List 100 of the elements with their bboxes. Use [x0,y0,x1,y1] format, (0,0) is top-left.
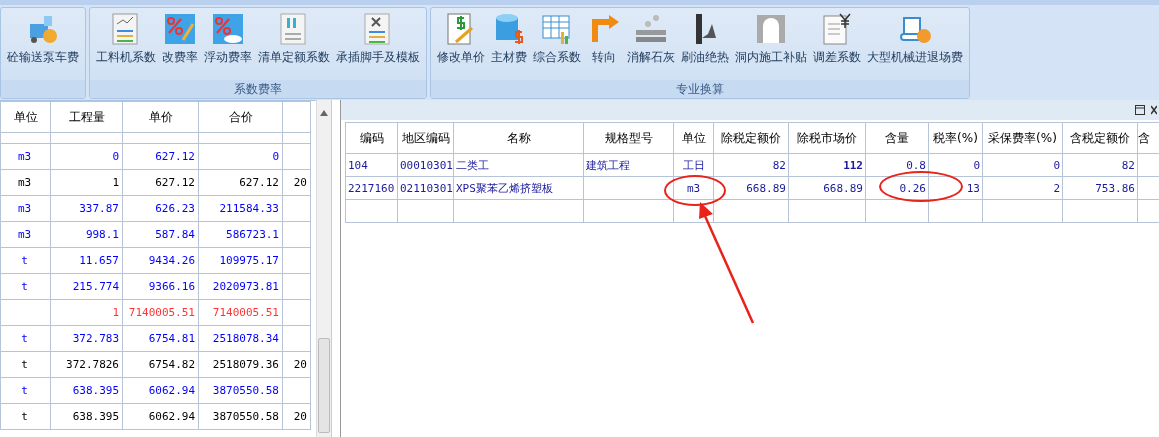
ribbon-button[interactable]: 修改单价 [435,10,487,68]
ribbon-button[interactable]: 调差系数 [811,10,863,68]
table-cell: 2518078.34 [198,325,283,352]
table-cell: m3 [0,221,51,248]
scroll-up-icon[interactable] [320,110,328,116]
column-header: 除税定额价 [713,122,789,154]
group-label: 专业换算 [431,80,969,98]
table-cell: 372.783 [50,325,123,352]
table-cell: 586723.1 [198,221,283,248]
table-cell: 337.87 [50,195,123,222]
ribbon-button[interactable]: 主材费 [489,10,529,68]
table-cell: m3 [673,176,714,200]
column-header: 含量 [865,122,929,154]
table-cell: 2 [982,176,1063,200]
tunnel-icon [754,12,788,46]
column-header: 单位 [0,101,51,133]
table-cell: 20 [282,351,311,378]
ribbon-button[interactable]: 消解石灰 [625,10,677,68]
table-cell: 112 [788,153,866,177]
table-cell: 00010301 [397,153,454,177]
scrollbar[interactable] [316,100,331,437]
ribbon-button[interactable]: 大型机械进退场费 [865,10,965,68]
column-header: 单价 [122,101,199,133]
table-cell: 0 [50,143,123,170]
table-cell: 建筑工程 [583,153,674,177]
ribbon-button[interactable]: 砼输送泵车费 [5,10,81,68]
table-cell: 104 [345,153,398,177]
table-cell: 2217160 [345,176,398,200]
table-cell: 3870550.58 [198,377,283,404]
column-header: 除税市场价 [788,122,866,154]
table-cell: 6062.94 [122,377,199,404]
table-cell: 638.395 [50,377,123,404]
table-cell: 9366.16 [122,273,199,300]
ribbon-button[interactable]: 清单定额系数 [256,10,332,68]
table-cell: m3 [0,169,51,196]
column-header: 单位 [673,122,714,154]
table-cell: 工日 [673,153,714,177]
table-cell: 82 [713,153,789,177]
table-cell: 2020973.81 [198,273,283,300]
table-cell: 627.12 [122,169,199,196]
table-cell: 1 [50,169,123,196]
close-icon[interactable] [1151,105,1157,115]
column-header: 税率(%) [928,122,983,154]
ribbon-button[interactable]: 洞内施工补贴 [733,10,809,68]
table-cell: t [0,403,51,430]
table-cell: 02110301 [397,176,454,200]
table-cell: 6754.82 [122,351,199,378]
table-cell: 6062.94 [122,403,199,430]
column-header: 含 [1137,122,1159,154]
table-cell: 0.8 [865,153,929,177]
percent-pencil-icon [163,12,197,46]
table-cell: 668.89 [788,176,866,200]
table-cell: 7140005.51 [198,299,283,326]
table-cell: t [0,247,51,274]
restore-icon[interactable] [1135,105,1145,115]
ribbon-button[interactable]: 改费率 [160,10,200,68]
table-cell: 668.89 [713,176,789,200]
table-cell: t [0,377,51,404]
table-cell: 3870550.58 [198,403,283,430]
table-cell: 20 [282,403,311,430]
table-cell: 211584.33 [198,195,283,222]
ribbon-button[interactable]: 浮动费率 [202,10,254,68]
table-cell: 7140005.51 [122,299,199,326]
table-cell: m3 [0,143,51,170]
table-cell: 587.84 [122,221,199,248]
table-cell: t [0,325,51,352]
table-cell: 0.26 [865,176,929,200]
table-cell: 372.7826 [50,351,123,378]
table-cell: 6754.81 [122,325,199,352]
table-cell: 11.657 [50,247,123,274]
table-cell: 1 [50,299,123,326]
table-cell: 二类工 [453,153,584,177]
table-cell: 998.1 [50,221,123,248]
ribbon-button[interactable]: 承插脚手及模板 [334,10,422,68]
table-cell: 215.774 [50,273,123,300]
table-cell: t [0,351,51,378]
table-cell: 626.23 [122,195,199,222]
table-cell: 627.12 [198,169,283,196]
table-cell: 753.86 [1062,176,1138,200]
ribbon-button[interactable]: 刷油绝热 [679,10,731,68]
table-cell: 627.12 [122,143,199,170]
column-header: 规格型号 [583,122,674,154]
ribbon-button[interactable]: 综合系数 [531,10,583,68]
column-header: 工程量 [50,101,123,133]
scroll-thumb[interactable] [318,338,330,433]
document-yen-icon [820,12,854,46]
column-header: 编码 [345,122,398,154]
ribbon-button[interactable]: 工料机系数 [94,10,158,68]
ribbon-button[interactable]: 转向 [585,10,623,68]
table-cell: 2518079.36 [198,351,283,378]
table-cell: 0 [198,143,283,170]
column-header: 含税定额价 [1062,122,1138,154]
table-cell: 638.395 [50,403,123,430]
column-header: 地区编码 [397,122,454,154]
table-cell: 0 [928,153,983,177]
table-cell: 0 [982,153,1063,177]
table-cell: XPS聚苯乙烯挤塑板 [453,176,584,200]
table-cell: 82 [1062,153,1138,177]
table-cell: 109975.17 [198,247,283,274]
table-cell: t [0,273,51,300]
